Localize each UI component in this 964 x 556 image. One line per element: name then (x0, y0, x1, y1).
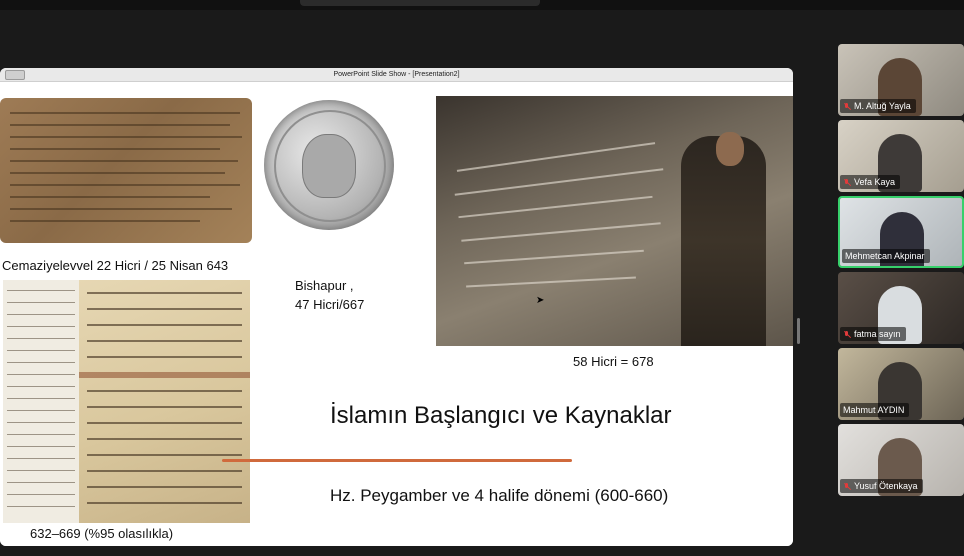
slideshow-title-bar: PowerPoint Slide Show - [Presentation2] (0, 68, 793, 82)
manuscript-image-left (3, 280, 79, 523)
participant-name: Mehmetcan Akpinar (845, 251, 925, 261)
panel-resize-handle[interactable] (797, 318, 800, 344)
mic-muted-icon (843, 102, 850, 111)
caption-papyrus: Cemaziyelevvel 22 Hicri / 25 Nisan 643 (2, 258, 229, 273)
participant-name-tag: M. Altuğ Yayla (840, 99, 916, 113)
slideshow-window-icon[interactable] (5, 70, 25, 80)
meeting-top-bar (0, 0, 964, 10)
participant-name: M. Altuğ Yayla (854, 101, 911, 111)
participant-name: Mahmut AYDIN (843, 405, 905, 415)
rock-inscription-photo (436, 96, 793, 346)
participant-name-tag: Mahmut AYDIN (840, 403, 910, 417)
participant-name: fatma sayın (854, 329, 901, 339)
participant-tile-active-speaker[interactable]: Mehmetcan Akpinar (838, 196, 964, 268)
shared-screen-slideshow: PowerPoint Slide Show - [Presentation2] (0, 68, 793, 546)
coin-image (264, 100, 394, 230)
slide-accent-line (222, 459, 572, 462)
mic-muted-icon (843, 482, 850, 491)
participant-tile[interactable]: Mahmut AYDIN (838, 348, 964, 420)
caption-bishapur-line1: Bishapur , (295, 278, 354, 293)
participant-tile[interactable]: fatma sayın (838, 272, 964, 344)
mic-muted-icon (843, 330, 850, 339)
caption-bishapur: Bishapur , 47 Hicri/667 (295, 276, 364, 314)
participant-name: Vefa Kaya (854, 177, 896, 187)
participant-tile[interactable]: Vefa Kaya (838, 120, 964, 192)
participant-tile[interactable]: M. Altuğ Yayla (838, 44, 964, 116)
top-bar-handle[interactable] (300, 0, 540, 6)
participant-name-tag: Mehmetcan Akpinar (842, 249, 930, 263)
participant-name-tag: Vefa Kaya (840, 175, 901, 189)
slide-subtitle: Hz. Peygamber ve 4 halife dönemi (600-66… (330, 486, 669, 505)
participant-name: Yusuf Ötenkaya (854, 481, 918, 491)
slide-title: İslamın Başlangıcı ve Kaynaklar (330, 402, 672, 429)
slide-canvas: Cemaziyelevvel 22 Hicri / 25 Nisan 643 B… (0, 82, 793, 546)
caption-rock: 58 Hicri = 678 (573, 354, 654, 369)
caption-bishapur-line2: 47 Hicri/667 (295, 297, 365, 312)
participant-name-tag: Yusuf Ötenkaya (840, 479, 923, 493)
mic-muted-icon (843, 178, 850, 187)
person-in-photo (681, 136, 766, 346)
papyrus-image (0, 98, 252, 243)
participant-tile[interactable]: Yusuf Ötenkaya (838, 424, 964, 496)
mouse-pointer-icon: ➤ (536, 295, 545, 306)
caption-manuscript: 632–669 (%95 olasılıkla) (30, 526, 174, 541)
slideshow-title: PowerPoint Slide Show - [Presentation2] (333, 71, 460, 78)
participant-name-tag: fatma sayın (840, 327, 906, 341)
manuscript-image-right (79, 280, 250, 523)
